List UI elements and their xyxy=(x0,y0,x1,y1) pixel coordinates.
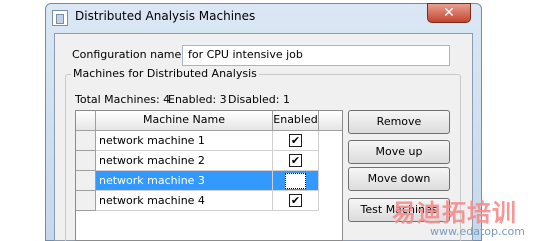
total-machines-text: Total Machines: 4 xyxy=(75,93,171,106)
close-button[interactable]: ✕ xyxy=(427,3,471,23)
move-up-button[interactable]: Move up xyxy=(348,140,450,164)
window-title: Distributed Analysis Machines xyxy=(75,9,256,23)
enabled-count-text: Enabled: 3 xyxy=(168,93,227,106)
enabled-cell-3[interactable] xyxy=(273,171,319,191)
disabled-count-text: Disabled: 1 xyxy=(228,93,290,106)
move-down-button[interactable]: Move down xyxy=(348,167,450,191)
enabled-cell-4[interactable]: ✔ xyxy=(273,191,319,211)
watermark-url: www.edatop.com xyxy=(430,225,525,238)
column-header-enabled[interactable]: Enabled xyxy=(273,111,319,131)
row-header-4[interactable] xyxy=(76,191,96,211)
remove-button[interactable]: Remove xyxy=(348,110,450,134)
enabled-checkbox-4[interactable]: ✔ xyxy=(289,194,302,207)
config-name-label: Configuration name: xyxy=(72,48,185,61)
column-header-machine-name[interactable]: Machine Name xyxy=(96,111,273,131)
machines-group-title: Machines for Distributed Analysis xyxy=(71,67,259,80)
row-header-2[interactable] xyxy=(76,151,96,171)
table-corner-header[interactable] xyxy=(76,111,96,131)
enabled-cell-2[interactable]: ✔ xyxy=(273,151,319,171)
column-header-filler xyxy=(319,111,342,131)
row-header-3[interactable] xyxy=(76,171,96,191)
machines-table: Machine Name Enabled network machine 1 ✔… xyxy=(75,110,343,241)
enabled-cell-1[interactable]: ✔ xyxy=(273,131,319,151)
machine-name-cell-3[interactable]: network machine 3 xyxy=(96,171,273,191)
row-header-1[interactable] xyxy=(76,131,96,151)
enabled-checkbox-2[interactable]: ✔ xyxy=(289,154,302,167)
watermark-text: 易迪拓培训 xyxy=(392,199,517,227)
machine-name-cell-2[interactable]: network machine 2 xyxy=(96,151,273,171)
enabled-checkbox-3[interactable] xyxy=(289,174,302,187)
enabled-checkbox-1[interactable]: ✔ xyxy=(289,134,302,147)
window-app-icon xyxy=(52,10,68,26)
machine-name-cell-4[interactable]: network machine 4 xyxy=(96,191,273,211)
config-name-input[interactable]: for CPU intensive job xyxy=(182,45,450,66)
machine-name-cell-1[interactable]: network machine 1 xyxy=(96,131,273,151)
